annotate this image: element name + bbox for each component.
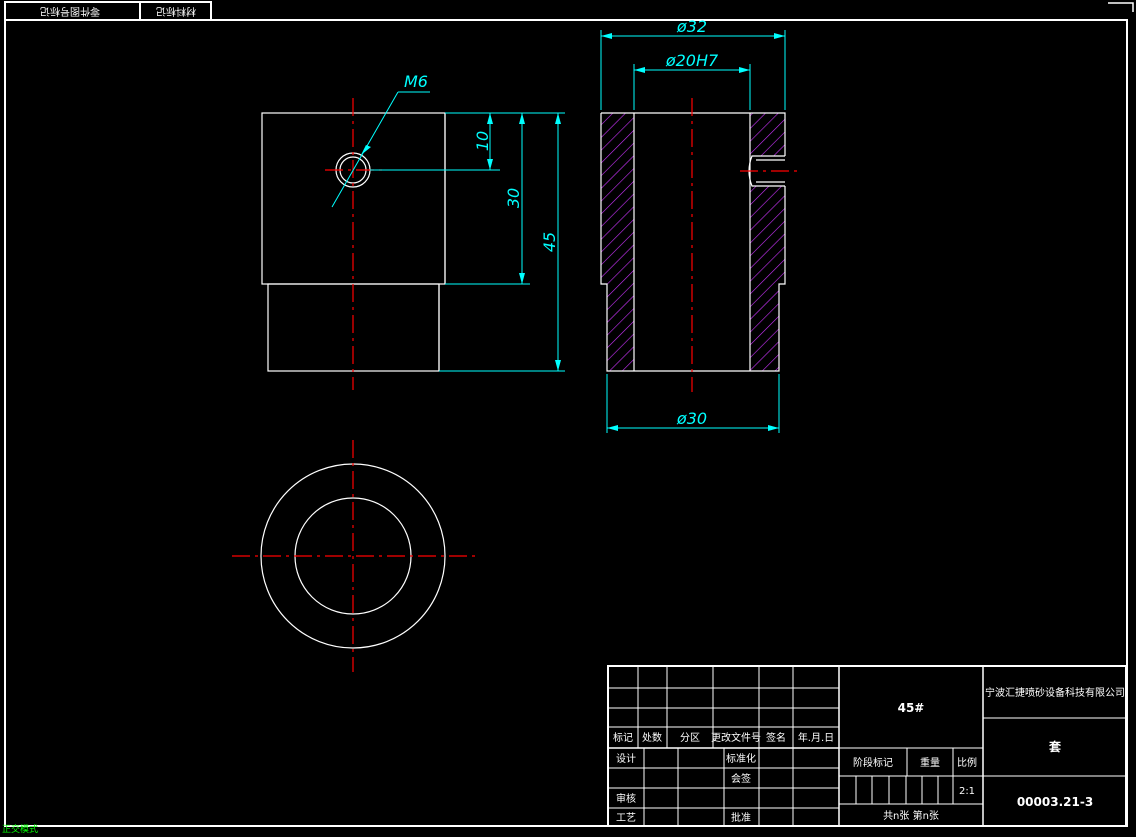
- top-box-drawing-number: 零件图号标记: [40, 5, 100, 17]
- label-scale: 比例: [957, 756, 977, 769]
- part-name: 套: [1048, 739, 1062, 754]
- company-name: 宁波汇捷喷砂设备科技有限公司: [985, 686, 1125, 699]
- dim-height-45: 45: [540, 232, 559, 252]
- header-signature: 签名: [766, 731, 786, 744]
- header-zone: 分区: [680, 732, 700, 744]
- top-box-material: 材料标记: [156, 5, 196, 18]
- label-process: 工艺: [616, 812, 636, 824]
- command-status-text: 正交模式: [2, 825, 39, 835]
- label-weight: 重量: [920, 756, 940, 769]
- label-standardization: 标准化: [726, 752, 756, 765]
- sheet-count: 共n张 第n张: [883, 809, 939, 822]
- label-approve: 批准: [731, 811, 751, 824]
- front-view-arrows: [361, 113, 561, 371]
- header-change-doc: 更改文件号: [711, 731, 761, 744]
- dim-height-10: 10: [473, 131, 492, 151]
- section-view-hatching: [601, 113, 785, 371]
- title-block-text: 标记 处数 分区 更改文件号 签名 年.月.日 设计 标准化 会签 审核 工艺 …: [613, 686, 1125, 824]
- drawing-number: 00003.21-3: [1017, 795, 1093, 809]
- dim-outer-diameter-top: ø32: [676, 17, 707, 36]
- material-value: 45#: [898, 701, 925, 715]
- front-view-centerlines: [325, 98, 383, 390]
- front-view-dimensions: [331, 91, 565, 372]
- dim-outer-diameter-bottom: ø30: [676, 409, 707, 428]
- label-review: 审核: [616, 792, 636, 805]
- scale-value: 2:1: [959, 786, 975, 797]
- top-view-centerlines: [232, 440, 477, 672]
- cad-drawing-canvas: 零件图号标记 材料标记 M6 10 30 45 ø32 ø20H7 ø30 标记…: [4, 1, 1134, 827]
- label-design: 设计: [616, 752, 636, 765]
- label-stage-mark: 阶段标记: [853, 756, 893, 769]
- top-label-boxes: 零件图号标记 材料标记: [4, 1, 212, 21]
- dim-bore-diameter: ø20H7: [665, 51, 719, 70]
- header-mark: 标记: [613, 732, 633, 744]
- thread-callout: M6: [404, 72, 428, 91]
- drawing-border: [4, 19, 1128, 827]
- header-date: 年.月.日: [798, 731, 834, 744]
- label-signed: 会签: [731, 772, 751, 785]
- header-count: 处数: [642, 731, 662, 744]
- border-corner-mark: [1108, 2, 1134, 12]
- dim-height-30: 30: [504, 188, 523, 208]
